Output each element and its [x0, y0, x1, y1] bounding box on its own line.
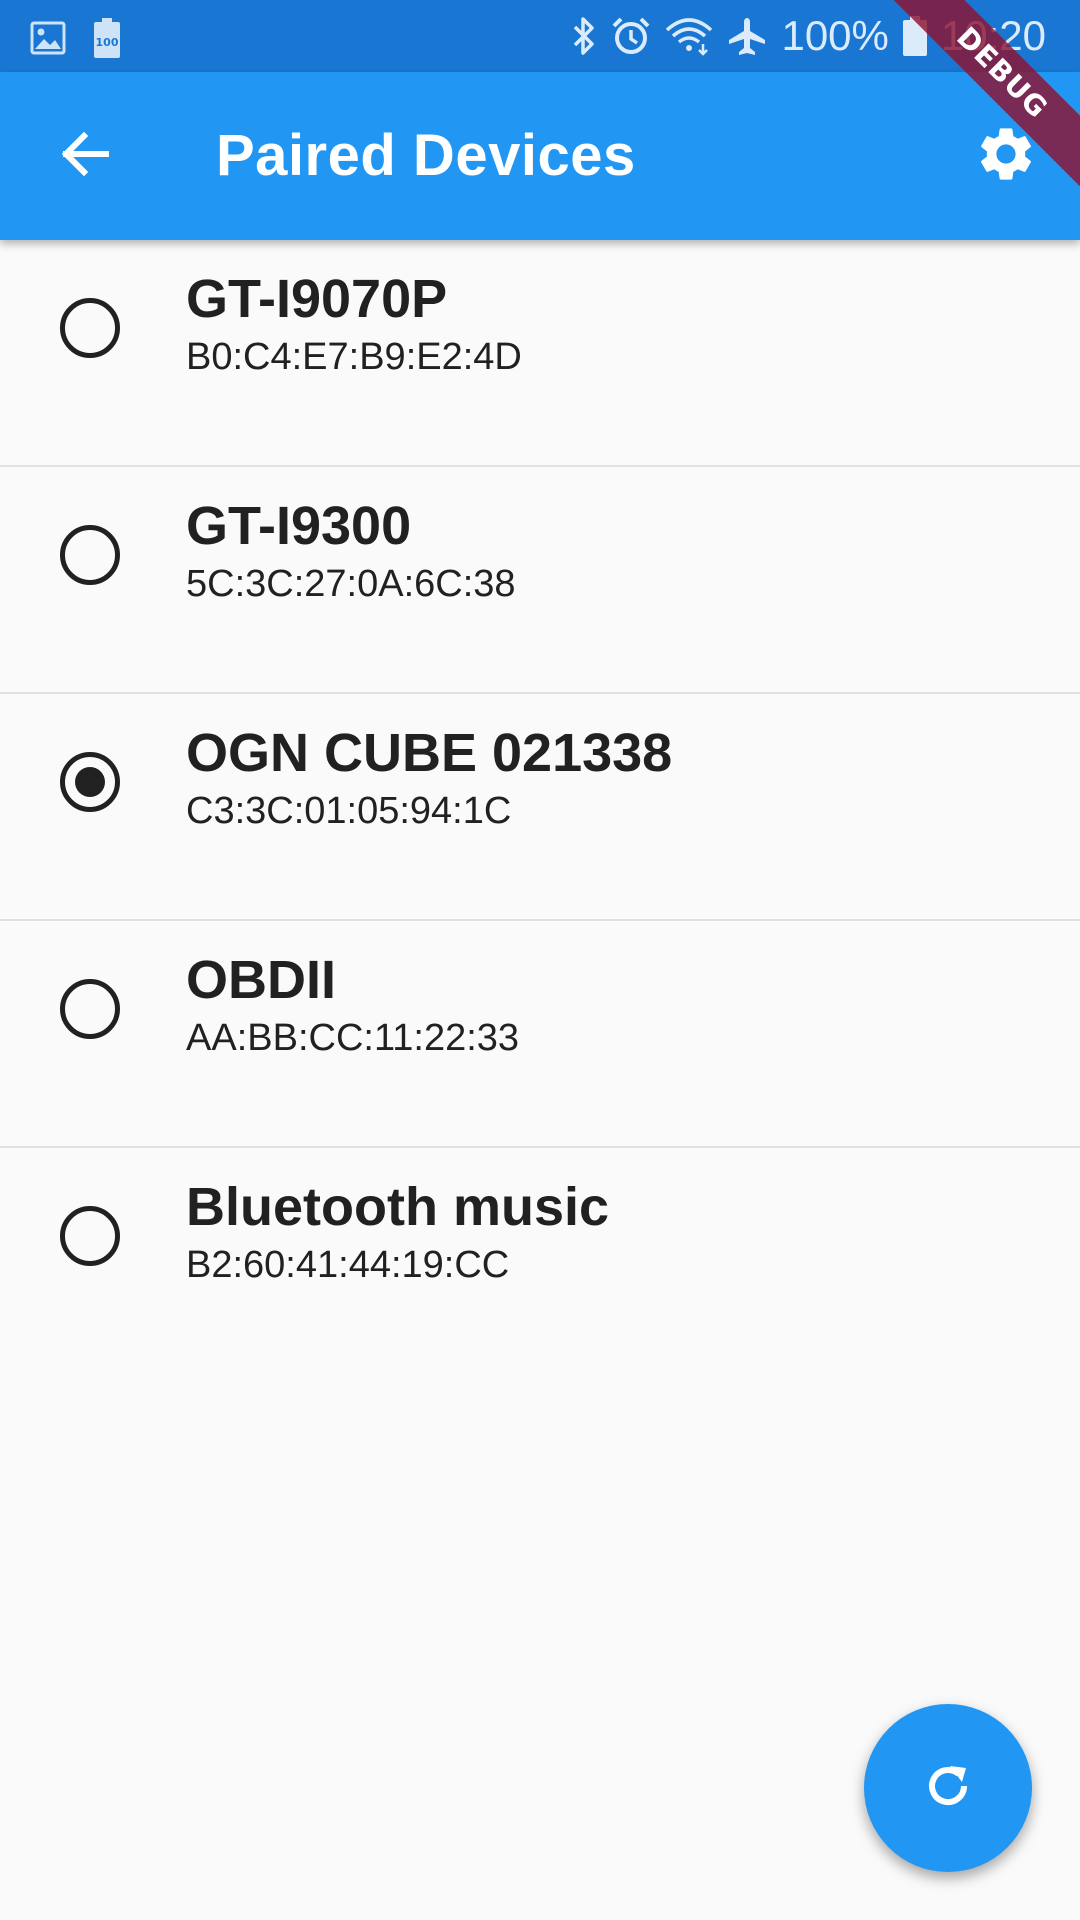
airplane-icon: [727, 16, 767, 56]
gear-icon: [974, 122, 1038, 191]
arrow-back-icon: [58, 128, 110, 185]
wifi-icon: [665, 16, 713, 56]
settings-button[interactable]: [962, 112, 1050, 200]
screen: 100 100% 10:20 DEBUG Paired Devices GT-I…: [0, 0, 1080, 1920]
device-address: B2:60:41:44:19:CC: [186, 1244, 510, 1286]
refresh-icon: [920, 1758, 976, 1819]
device-name: GT-I9300: [186, 496, 412, 556]
device-list: GT-I9070P B0:C4:E7:B9:E2:4D GT-I9300 5C:…: [0, 240, 1080, 1375]
device-address: AA:BB:CC:11:22:33: [186, 1017, 520, 1059]
device-item-bluetooth-music[interactable]: Bluetooth music B2:60:41:44:19:CC: [0, 1148, 1080, 1375]
device-item-obdii[interactable]: OBDII AA:BB:CC:11:22:33: [0, 921, 1080, 1148]
clock-time: 10:20: [940, 12, 1046, 59]
device-item-gt-i9070p[interactable]: GT-I9070P B0:C4:E7:B9:E2:4D: [0, 240, 1080, 467]
radio-button[interactable]: [60, 1206, 120, 1266]
status-bar: 100 100% 10:20: [0, 0, 1080, 72]
back-button[interactable]: [40, 112, 128, 200]
status-bar-right: 100% 10:20: [571, 0, 1046, 72]
device-address: B0:C4:E7:B9:E2:4D: [186, 336, 522, 378]
bluetooth-icon: [571, 16, 597, 56]
radio-button[interactable]: [60, 752, 120, 812]
radio-button[interactable]: [60, 979, 120, 1039]
battery-saver-icon: 100: [94, 18, 120, 58]
refresh-button[interactable]: [864, 1704, 1032, 1872]
device-address: 5C:3C:27:0A:6C:38: [186, 563, 516, 605]
radio-button[interactable]: [60, 298, 120, 358]
radio-button[interactable]: [60, 525, 120, 585]
page-title: Paired Devices: [216, 123, 636, 188]
device-name: Bluetooth music: [186, 1177, 610, 1237]
status-bar-left: 100: [30, 18, 120, 58]
gallery-icon: [30, 21, 66, 55]
device-address: C3:3C:01:05:94:1C: [186, 790, 512, 832]
device-name: OGN CUBE 021338: [186, 723, 673, 783]
device-item-ogn-cube[interactable]: OGN CUBE 021338 C3:3C:01:05:94:1C: [0, 694, 1080, 921]
alarm-icon: [611, 16, 651, 56]
app-bar: Paired Devices: [0, 72, 1080, 240]
battery-percent: 100%: [781, 12, 889, 59]
device-item-gt-i9300[interactable]: GT-I9300 5C:3C:27:0A:6C:38: [0, 467, 1080, 694]
device-name: GT-I9070P: [186, 269, 448, 329]
device-name: OBDII: [186, 950, 337, 1010]
battery-icon: [902, 16, 927, 56]
radio-dot: [75, 767, 105, 797]
svg-text:100: 100: [96, 36, 119, 49]
